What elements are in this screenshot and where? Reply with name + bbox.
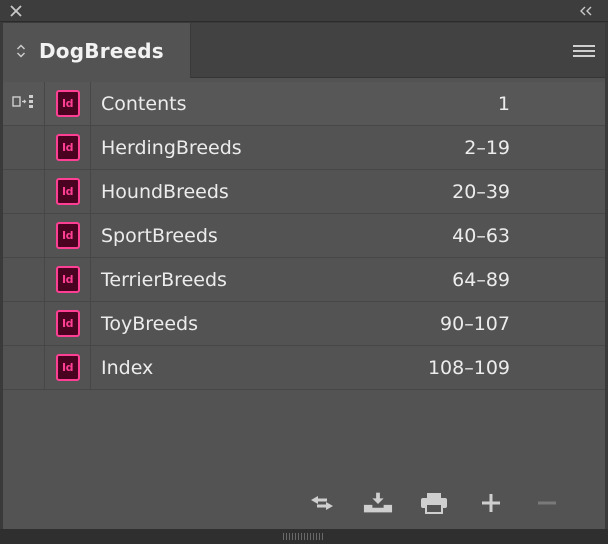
page-range: 108–109 xyxy=(427,356,510,379)
document-icon-cell: Id xyxy=(45,301,91,346)
indesign-doc-icon: Id xyxy=(55,222,80,249)
document-name: HoundBreeds xyxy=(101,180,229,203)
indesign-doc-icon: Id xyxy=(55,310,80,337)
list-item[interactable]: Id ToyBreeds 90–107 xyxy=(3,301,605,346)
indesign-doc-icon: Id xyxy=(55,354,80,381)
indesign-doc-icon: Id xyxy=(55,178,80,205)
save-icon[interactable] xyxy=(363,490,393,516)
updown-arrows-icon xyxy=(3,44,39,58)
indesign-doc-icon: Id xyxy=(55,90,80,117)
document-icon-cell: Id xyxy=(45,345,91,390)
add-icon[interactable] xyxy=(476,490,506,516)
indesign-doc-icon: Id xyxy=(55,266,80,293)
panel-tabstrip: DogBreeds xyxy=(3,23,605,78)
book-panel: DogBreeds Id Contents 1 Id HerdingBreeds… xyxy=(3,23,605,529)
document-name: HerdingBreeds xyxy=(101,136,242,159)
document-icon-cell: Id xyxy=(45,213,91,258)
panel-footer xyxy=(3,478,605,529)
document-name: SportBreeds xyxy=(101,224,218,247)
hamburger-menu-icon[interactable] xyxy=(573,43,595,59)
list-item[interactable]: Id TerrierBreeds 64–89 xyxy=(3,257,605,302)
style-source-cell[interactable] xyxy=(3,169,45,214)
document-name: Index xyxy=(101,356,154,379)
document-name: TerrierBreeds xyxy=(101,268,227,291)
style-source-cell[interactable] xyxy=(3,125,45,170)
style-source-cell[interactable] xyxy=(3,301,45,346)
close-icon[interactable] xyxy=(7,3,25,19)
document-list: Id Contents 1 Id HerdingBreeds 2–19 Id H… xyxy=(3,81,605,390)
print-icon[interactable] xyxy=(419,490,449,516)
page-range: 1 xyxy=(497,92,510,115)
double-chevron-left-icon[interactable] xyxy=(576,3,596,19)
document-icon-cell: Id xyxy=(45,169,91,214)
page-range: 90–107 xyxy=(440,312,510,335)
list-item[interactable]: Id HerdingBreeds 2–19 xyxy=(3,125,605,170)
page-range: 40–63 xyxy=(452,224,510,247)
document-icon-cell: Id xyxy=(45,257,91,302)
document-name: ToyBreeds xyxy=(101,312,199,335)
synchronize-icon[interactable] xyxy=(307,490,337,516)
style-source-cell[interactable] xyxy=(3,345,45,390)
style-source-icon xyxy=(11,94,36,114)
list-item[interactable]: Id Contents 1 xyxy=(3,81,605,126)
window-titlebar xyxy=(0,0,608,22)
indesign-doc-icon: Id xyxy=(55,134,80,161)
page-range: 20–39 xyxy=(452,180,510,203)
document-icon-cell: Id xyxy=(45,125,91,170)
document-name: Contents xyxy=(101,92,187,115)
document-icon-cell: Id xyxy=(45,81,91,126)
page-range: 2–19 xyxy=(464,136,510,159)
tab-dogbreeds[interactable]: DogBreeds xyxy=(3,23,191,78)
resize-grip[interactable] xyxy=(0,529,608,544)
style-source-cell[interactable] xyxy=(3,257,45,302)
list-item[interactable]: Id HoundBreeds 20–39 xyxy=(3,169,605,214)
remove-icon[interactable] xyxy=(532,490,562,516)
page-range: 64–89 xyxy=(452,268,510,291)
list-item[interactable]: Id Index 108–109 xyxy=(3,345,605,390)
style-source-cell[interactable] xyxy=(3,213,45,258)
grip-lines xyxy=(283,533,323,540)
style-source-cell[interactable] xyxy=(3,81,45,126)
tab-title: DogBreeds xyxy=(39,38,164,63)
list-item[interactable]: Id SportBreeds 40–63 xyxy=(3,213,605,258)
